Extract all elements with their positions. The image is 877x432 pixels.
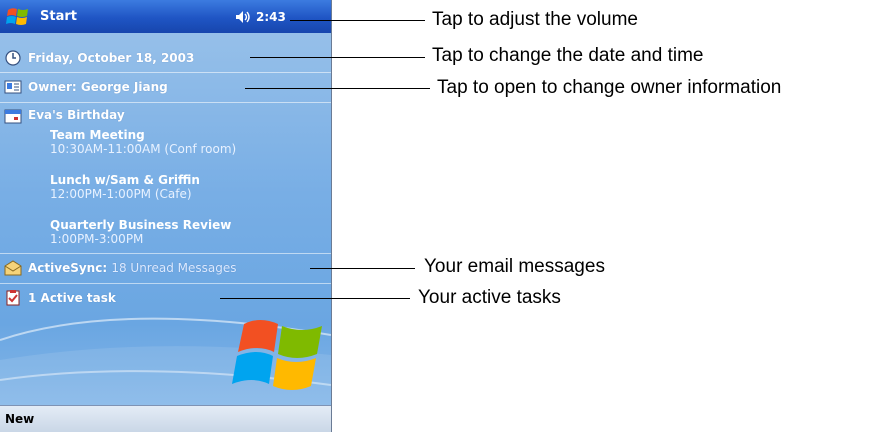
volume-leader-line (290, 20, 425, 21)
datetime-callout: Tap to change the date and time (432, 45, 704, 66)
envelope-icon (4, 260, 22, 276)
activesync-row[interactable]: ActiveSync: 18 Unread Messages (0, 254, 331, 284)
email-callout: Your email messages (424, 256, 605, 277)
owner-leader-line (245, 88, 430, 89)
tasks-leader-line (220, 298, 410, 299)
title-bar: Start 2:43 (0, 0, 331, 33)
datetime-leader-line (250, 57, 425, 58)
today-screen: Start 2:43 Friday, October 18, 2003 Owne… (0, 0, 332, 432)
menu-bar: New (0, 405, 331, 432)
appointment-title: Lunch w/Sam & Griffin (50, 173, 200, 187)
appointment-item[interactable]: Team Meeting 10:30AM-11:00AM (Conf room) (50, 128, 236, 156)
new-menu-button[interactable]: New (5, 412, 34, 426)
speaker-icon[interactable] (235, 10, 251, 24)
volume-callout: Tap to adjust the volume (432, 9, 638, 30)
calendar-row[interactable]: Eva's Birthday Team Meeting 10:30AM-11:0… (0, 103, 331, 254)
calendar-header: Eva's Birthday (28, 108, 125, 122)
activesync-text: ActiveSync: 18 Unread Messages (28, 261, 236, 275)
clock[interactable]: 2:43 (256, 10, 286, 24)
unread-messages-count: 18 Unread Messages (111, 261, 237, 275)
appointment-item[interactable]: Quarterly Business Review 1:00PM-3:00PM (50, 218, 231, 246)
email-leader-line (310, 268, 415, 269)
task-checklist-icon (6, 290, 20, 306)
appointment-title: Quarterly Business Review (50, 218, 232, 232)
activesync-label: ActiveSync: (28, 261, 108, 275)
date-label: Friday, October 18, 2003 (28, 51, 195, 65)
appointment-detail: 12:00PM-1:00PM (Cafe) (50, 187, 192, 201)
windows-start-icon[interactable] (6, 6, 30, 28)
appointment-detail: 10:30AM-11:00AM (Conf room) (50, 142, 237, 156)
calendar-icon (4, 109, 22, 124)
owner-callout: Tap to open to change owner information (437, 77, 782, 98)
windows-logo (232, 320, 322, 390)
date-row[interactable]: Friday, October 18, 2003 (0, 44, 331, 73)
active-tasks-label: 1 Active task (28, 291, 116, 305)
owner-label: Owner: George Jiang (28, 80, 168, 94)
appointment-detail: 1:00PM-3:00PM (50, 232, 144, 246)
start-menu-label[interactable]: Start (40, 9, 77, 24)
appointment-title: Team Meeting (50, 128, 145, 142)
appointment-item[interactable]: Lunch w/Sam & Griffin 12:00PM-1:00PM (Ca… (50, 173, 200, 201)
owner-card-icon (4, 80, 22, 94)
clock-icon (5, 50, 21, 66)
tasks-callout: Your active tasks (418, 287, 561, 308)
